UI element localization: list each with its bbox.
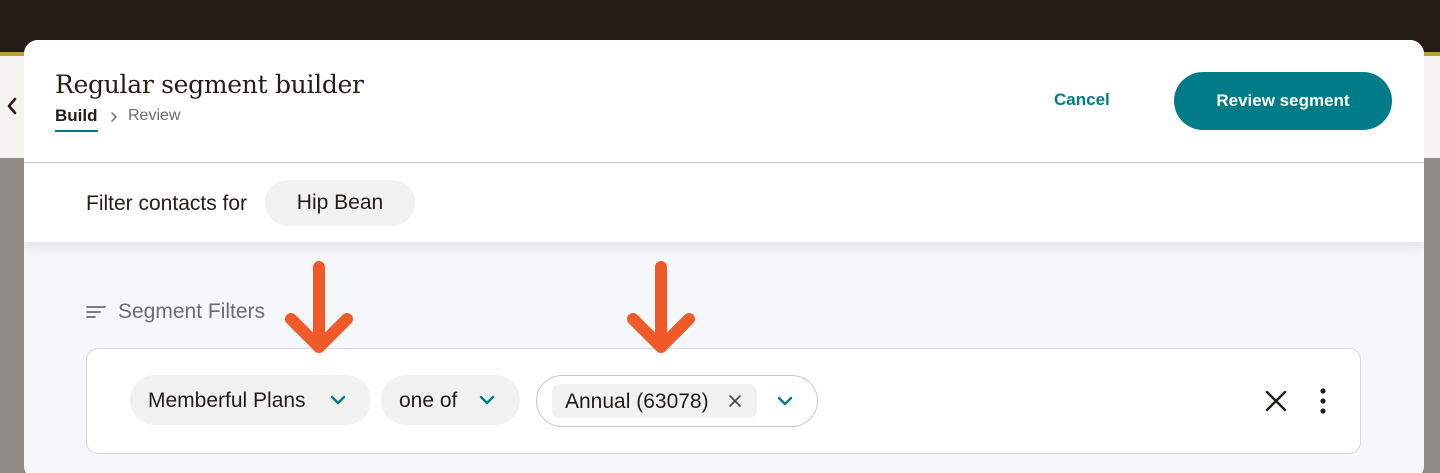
chevron-right-icon [111, 112, 117, 122]
filter-operator-value: one of [399, 389, 458, 412]
segment-filters-label: Segment Filters [118, 300, 266, 323]
segment-filter-row: Memberful Plans one of Annual (63078) [86, 348, 1361, 454]
audience-selector[interactable]: Hip Bean [265, 180, 415, 226]
value-tag-label: Annual (63078) [565, 390, 709, 413]
chevron-down-icon [777, 396, 793, 406]
remove-filter-close-icon[interactable] [1265, 390, 1287, 412]
review-segment-button[interactable]: Review segment [1174, 72, 1392, 130]
filter-field-select[interactable]: Memberful Plans [130, 375, 371, 425]
close-icon[interactable] [728, 394, 742, 408]
value-tag: Annual (63078) [552, 384, 757, 418]
filter-field-value: Memberful Plans [148, 389, 306, 412]
arrow-down-icon [627, 261, 695, 353]
filter-operator-select[interactable]: one of [381, 375, 520, 425]
chevron-down-icon [330, 395, 346, 405]
page-title: Regular segment builder [55, 70, 364, 99]
chevron-left-icon[interactable] [5, 96, 19, 116]
background-page-right [1424, 56, 1440, 158]
chevron-down-icon [479, 395, 495, 405]
filter-contacts-bar: Filter contacts for Hip Bean [24, 164, 1424, 242]
filter-contacts-label: Filter contacts for [86, 192, 248, 215]
modal-header: Regular segment builder Build Review Can… [24, 40, 1424, 163]
arrow-down-icon [285, 261, 353, 353]
filter-lines-icon [86, 306, 106, 318]
breadcrumb-build[interactable]: Build [55, 106, 98, 132]
cancel-button[interactable]: Cancel [1054, 90, 1110, 110]
more-vertical-icon[interactable] [1319, 387, 1327, 415]
filter-value-select[interactable]: Annual (63078) [536, 375, 818, 427]
breadcrumb-review[interactable]: Review [128, 107, 180, 125]
